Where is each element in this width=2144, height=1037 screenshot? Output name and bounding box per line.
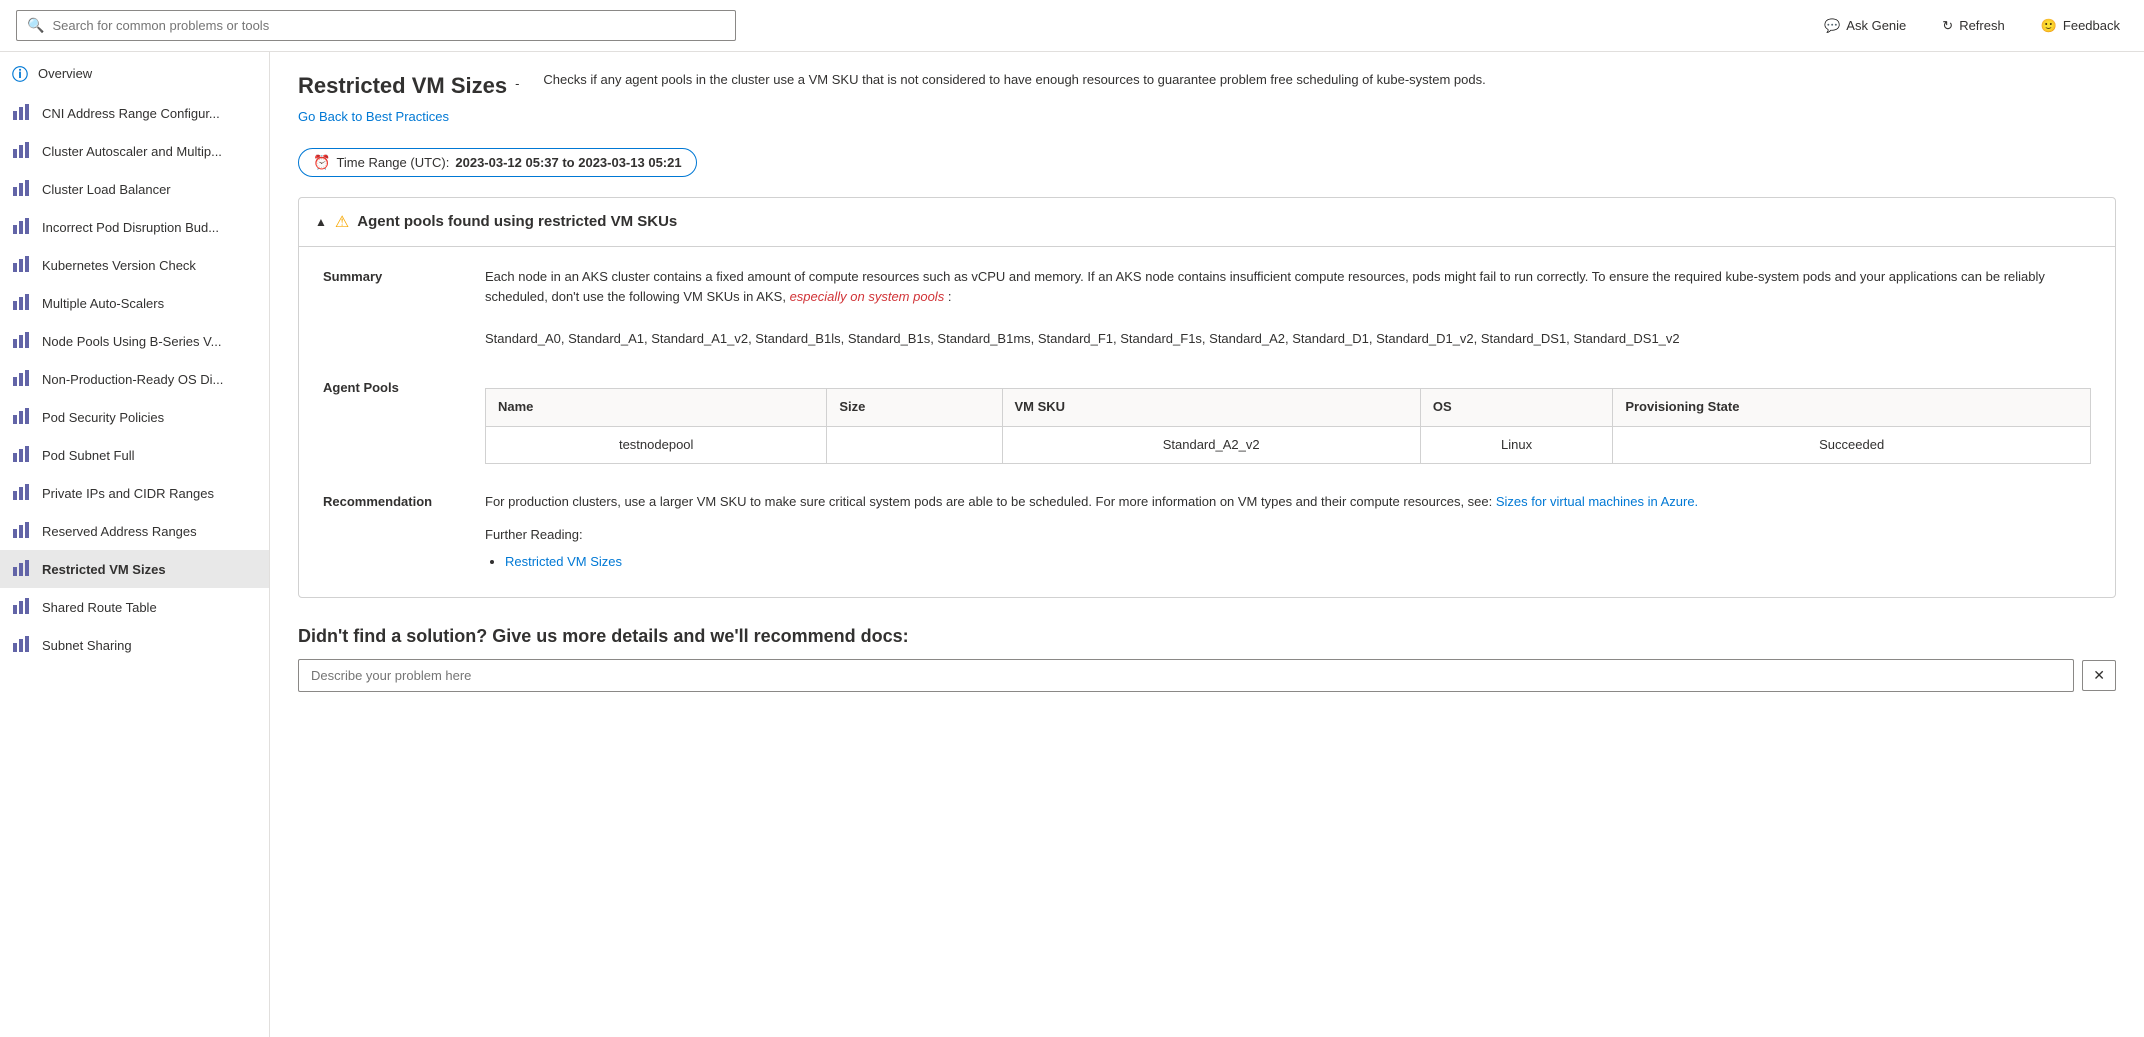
warning-title: Agent pools found using restricted VM SK… [357,213,677,230]
warning-header: ▲ ⚠ Agent pools found using restricted V… [299,198,2115,247]
search-input[interactable] [52,18,725,33]
back-link[interactable]: Go Back to Best Practices [298,109,449,124]
search-icon: 🔍 [27,17,44,34]
agent-pools-row: Agent Pools Name Size VM SKU OS Provisio… [323,378,2091,465]
bar-chart-icon [12,293,32,313]
summary-label: Summary [323,267,453,350]
col-os: OS [1420,388,1613,426]
summary-content: Each node in an AKS cluster contains a f… [485,267,2091,350]
sidebar-item-cluster-autoscaler[interactable]: Cluster Autoscaler and Multip... [0,132,269,170]
bar-chart-icon [12,255,32,275]
bar-chart-icon [12,521,32,541]
highlight-text: especially on system pools [790,289,948,304]
warning-body: Summary Each node in an AKS cluster cont… [299,247,2115,597]
sidebar-item-pod-security-policies[interactable]: Pod Security Policies [0,398,269,436]
sidebar-item-pod-subnet-full[interactable]: Pod Subnet Full [0,436,269,474]
top-bar-actions: 💬 Ask Genie ↻ Refresh 🙂 Feedback [1816,14,2128,38]
clock-icon: ⏰ [313,154,330,171]
sidebar-item-incorrect-pod-disruption[interactable]: Incorrect Pod Disruption Bud... [0,208,269,246]
col-size: Size [827,388,1002,426]
cell-name: testnodepool [486,426,827,464]
further-reading-item: Restricted VM Sizes [505,552,2091,573]
info-icon: ⓘ [12,61,28,85]
cell-vm-sku: Standard_A2_v2 [1002,426,1420,464]
search-box[interactable]: 🔍 [16,10,736,41]
sidebar: ⓘ Overview CNI Address Range Configur...… [0,52,270,1037]
bar-chart-icon [12,217,32,237]
bottom-title: Didn't find a solution? Give us more det… [298,626,2116,647]
ask-genie-icon: 💬 [1824,18,1840,34]
sidebar-item-node-pools-b-series[interactable]: Node Pools Using B-Series V... [0,322,269,360]
sidebar-item-subnet-sharing[interactable]: Subnet Sharing [0,626,269,664]
cell-os: Linux [1420,426,1613,464]
content-area: Restricted VM Sizes - Checks if any agen… [270,52,2144,1037]
recommendation-content: For production clusters, use a larger VM… [485,492,2091,576]
sidebar-item-shared-route-table[interactable]: Shared Route Table [0,588,269,626]
problem-input[interactable] [298,659,2074,692]
bar-chart-icon [12,407,32,427]
bar-chart-icon [12,597,32,617]
summary-row: Summary Each node in an AKS cluster cont… [323,267,2091,350]
bottom-section: Didn't find a solution? Give us more det… [298,626,2116,692]
warning-card: ▲ ⚠ Agent pools found using restricted V… [298,197,2116,598]
agent-pools-content: Name Size VM SKU OS Provisioning State t… [485,378,2091,465]
bar-chart-icon [12,369,32,389]
time-range-label: Time Range (UTC): [336,155,449,170]
col-provisioning-state: Provisioning State [1613,388,2091,426]
top-bar: 🔍 💬 Ask Genie ↻ Refresh 🙂 Feedback [0,0,2144,52]
recommendation-text: For production clusters, use a larger VM… [485,494,1492,509]
sidebar-item-restricted-vm-sizes[interactable]: Restricted VM Sizes [0,550,269,588]
problem-input-row: ✕ [298,659,2116,692]
vm-sizes-link[interactable]: Sizes for virtual machines in Azure. [1496,494,1698,509]
agent-pools-label: Agent Pools [323,378,453,465]
recommendation-label: Recommendation [323,492,453,576]
summary-text: Each node in an AKS cluster contains a f… [485,269,2045,305]
sidebar-item-reserved-address-ranges[interactable]: Reserved Address Ranges [0,512,269,550]
sidebar-item-cni-address[interactable]: CNI Address Range Configur... [0,94,269,132]
col-vm-sku: VM SKU [1002,388,1420,426]
feedback-icon: 🙂 [2041,18,2057,34]
agent-table: Name Size VM SKU OS Provisioning State t… [485,388,2091,465]
main-layout: ⓘ Overview CNI Address Range Configur...… [0,52,2144,1037]
ask-genie-button[interactable]: 💬 Ask Genie [1816,14,1914,38]
cell-provisioning-state: Succeeded [1613,426,2091,464]
table-row: testnodepool Standard_A2_v2 Linux Succee… [486,426,2091,464]
time-range-value: 2023-03-12 05:37 to 2023-03-13 05:21 [455,155,681,170]
col-name: Name [486,388,827,426]
sidebar-item-non-production-os[interactable]: Non-Production-Ready OS Di... [0,360,269,398]
page-title: Restricted VM Sizes [298,72,507,101]
clear-input-button[interactable]: ✕ [2082,660,2116,691]
restricted-vm-sizes-link[interactable]: Restricted VM Sizes [505,554,622,569]
page-title-section: Restricted VM Sizes - Checks if any agen… [298,72,2116,124]
bar-chart-icon [12,483,32,503]
title-row: Restricted VM Sizes - Checks if any agen… [298,72,2116,101]
sku-list: Standard_A0, Standard_A1, Standard_A1_v2… [485,331,1680,346]
sidebar-item-private-ips-cidr[interactable]: Private IPs and CIDR Ranges [0,474,269,512]
table-header-row: Name Size VM SKU OS Provisioning State [486,388,2091,426]
bar-chart-icon [12,103,32,123]
bar-chart-icon [12,179,32,199]
recommendation-row: Recommendation For production clusters, … [323,492,2091,576]
bar-chart-icon [12,559,32,579]
time-range-pill[interactable]: ⏰ Time Range (UTC): 2023-03-12 05:37 to … [298,148,697,177]
cell-size [827,426,1002,464]
refresh-icon: ↻ [1942,18,1953,34]
refresh-button[interactable]: ↻ Refresh [1934,14,2012,38]
warning-icon: ⚠ [335,212,349,232]
collapse-chevron-icon[interactable]: ▲ [315,215,327,229]
sidebar-item-overview[interactable]: ⓘ Overview [0,52,269,94]
bar-chart-icon [12,445,32,465]
bar-chart-icon [12,635,32,655]
bar-chart-icon [12,141,32,161]
feedback-button[interactable]: 🙂 Feedback [2033,14,2128,38]
further-reading: Further Reading: Restricted VM Sizes [485,525,2091,573]
sidebar-item-multiple-auto-scalers[interactable]: Multiple Auto-Scalers [0,284,269,322]
bar-chart-icon [12,331,32,351]
sidebar-item-kubernetes-version[interactable]: Kubernetes Version Check [0,246,269,284]
sidebar-item-cluster-load-balancer[interactable]: Cluster Load Balancer [0,170,269,208]
